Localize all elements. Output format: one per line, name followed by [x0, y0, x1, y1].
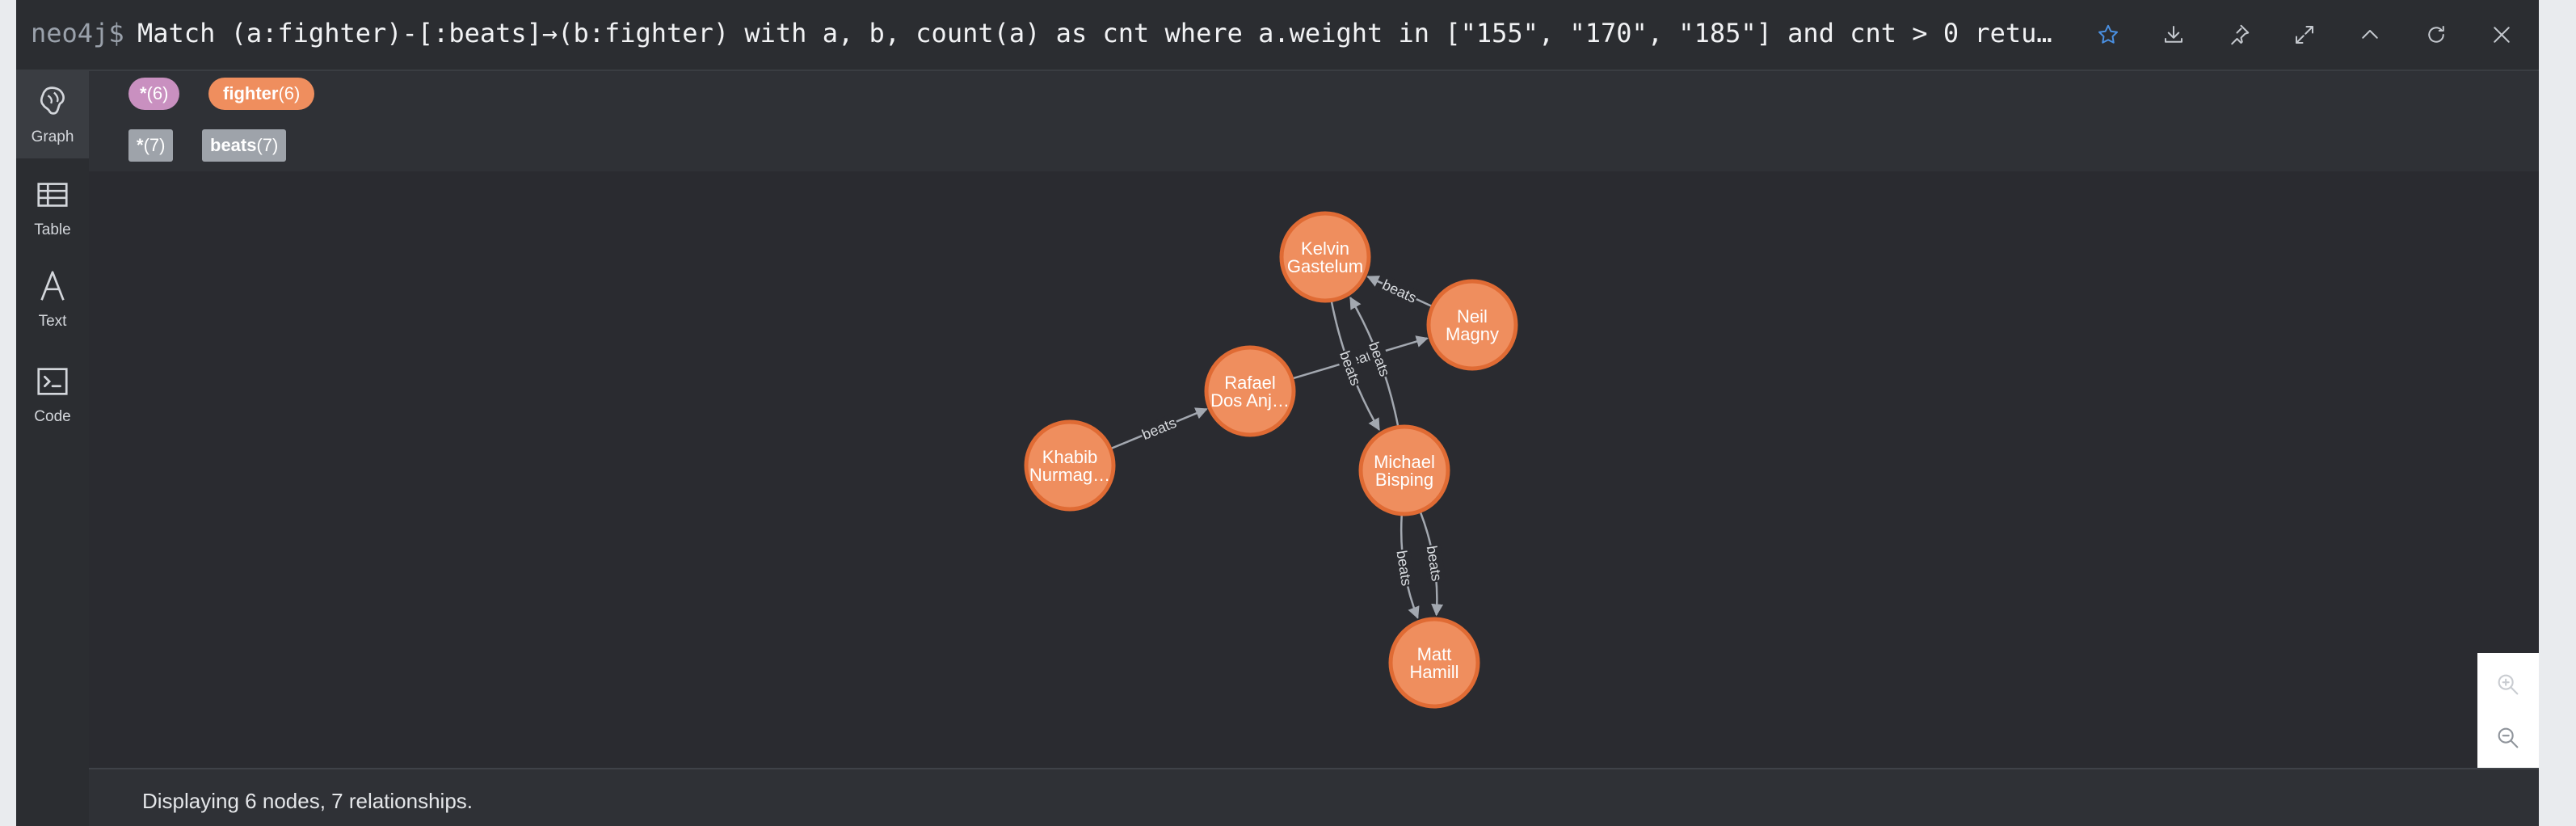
- sidebar-item-label: Table: [34, 221, 71, 238]
- node-neil[interactable]: NeilMagny: [1426, 279, 1518, 371]
- sidebar-item-label: Code: [34, 408, 71, 425]
- sidebar-item-table[interactable]: Table: [16, 164, 89, 251]
- node-khabib[interactable]: KhabibNurmag…: [1024, 419, 1116, 512]
- sidebar-item-label: Graph: [31, 129, 74, 145]
- legend-label-name: *: [140, 83, 147, 103]
- node-kelvin[interactable]: KelvinGastelum: [1279, 211, 1371, 303]
- zoom-in-icon: [2498, 674, 2519, 695]
- node-caption: Magny: [1446, 324, 1499, 344]
- view-sidebar: Graph Table Text Code: [16, 71, 89, 826]
- legend-rel-beats[interactable]: beats (7): [202, 129, 287, 162]
- legend-label-name: fighter: [223, 83, 279, 103]
- legend-panel: * (6) fighter (6) * (7) beats (7): [89, 71, 2539, 171]
- sidebar-item-code[interactable]: Code: [16, 351, 89, 438]
- close-button[interactable]: [2481, 15, 2522, 55]
- table-icon: [37, 183, 68, 207]
- legend-label-count: (6): [278, 83, 301, 103]
- node-caption: Gastelum: [1287, 256, 1363, 276]
- relationship-label: beats: [1424, 545, 1446, 583]
- legend-rel-name: beats: [210, 135, 257, 155]
- close-icon: [2494, 27, 2510, 43]
- legend-rel-all[interactable]: * (7): [128, 129, 174, 162]
- code-icon: [37, 368, 68, 395]
- node-matt[interactable]: MattHamill: [1388, 617, 1480, 709]
- legend-label-count: (6): [146, 83, 169, 103]
- sidebar-item-text[interactable]: Text: [16, 255, 89, 343]
- collapse-icon: [2362, 30, 2378, 39]
- fullscreen-button[interactable]: [2284, 15, 2325, 55]
- node-caption: Hamill: [1409, 662, 1458, 682]
- query-text[interactable]: Match (a:fighter)-[:beats]→(b:fighter) w…: [137, 18, 2085, 48]
- status-bar: Displaying 6 nodes, 7 relationships.: [89, 768, 2539, 826]
- relationship-khabib-rafael[interactable]: beats: [1109, 407, 1208, 450]
- sidebar-item-graph[interactable]: Graph: [16, 71, 89, 158]
- favorite-button[interactable]: [2088, 15, 2128, 55]
- node-caption: Nurmag…: [1029, 465, 1110, 485]
- export-button[interactable]: [2153, 15, 2194, 55]
- zoom-out-icon: [2498, 727, 2519, 748]
- pin-icon: [2231, 24, 2250, 45]
- query-bar: neo4j$ Match (a:fighter)-[:beats]→(b:fig…: [16, 0, 2539, 71]
- relationship-label: beats: [1380, 276, 1419, 306]
- graph-icon: [40, 86, 65, 115]
- collapse-button[interactable]: [2350, 15, 2390, 55]
- expand-icon: [2296, 26, 2313, 44]
- sidebar-item-label: Text: [38, 313, 67, 330]
- legend-node-fighter[interactable]: fighter (6): [208, 78, 315, 110]
- legend-rel-name: *: [137, 135, 144, 155]
- relationship-label: beats: [1139, 415, 1178, 443]
- result-frame: neo4j$ Match (a:fighter)-[:beats]→(b:fig…: [16, 0, 2539, 826]
- refresh-icon: [2428, 26, 2444, 43]
- star-icon: [2098, 24, 2118, 44]
- status-text: Displaying 6 nodes, 7 relationships.: [142, 789, 474, 813]
- node-caption: Dos Anj…: [1210, 390, 1290, 411]
- relationship-michael-matt[interactable]: beats: [1419, 512, 1446, 617]
- relationship-label: beats: [1393, 550, 1415, 588]
- zoom-in-button[interactable]: [2477, 658, 2539, 711]
- relationship-michael-matt[interactable]: beats: [1392, 515, 1420, 619]
- legend-node-all[interactable]: * (6): [128, 78, 180, 110]
- graph-svg: beatsbeatsbeatsbeats beatsbeatsbeats Kelv…: [1024, 211, 1518, 709]
- pin-button[interactable]: [2219, 15, 2259, 55]
- download-icon: [2165, 26, 2182, 43]
- graph-canvas[interactable]: beats beats beats beats beats beats beats Kelv…: [89, 171, 2539, 768]
- legend-rel-count: (7): [143, 135, 166, 155]
- node-rafael[interactable]: RafaelDos Anj…: [1204, 345, 1296, 437]
- legend-rel-count: (7): [256, 135, 279, 155]
- zoom-out-button[interactable]: [2477, 711, 2539, 765]
- relationship-neil-kelvin[interactable]: beats: [1366, 275, 1433, 308]
- query-prompt: neo4j$: [31, 18, 124, 48]
- node-caption: Bisping: [1375, 470, 1433, 490]
- text-icon: [40, 271, 65, 301]
- rerun-button[interactable]: [2416, 15, 2456, 55]
- zoom-controls: [2477, 653, 2539, 768]
- node-michael[interactable]: MichaelBisping: [1358, 424, 1450, 516]
